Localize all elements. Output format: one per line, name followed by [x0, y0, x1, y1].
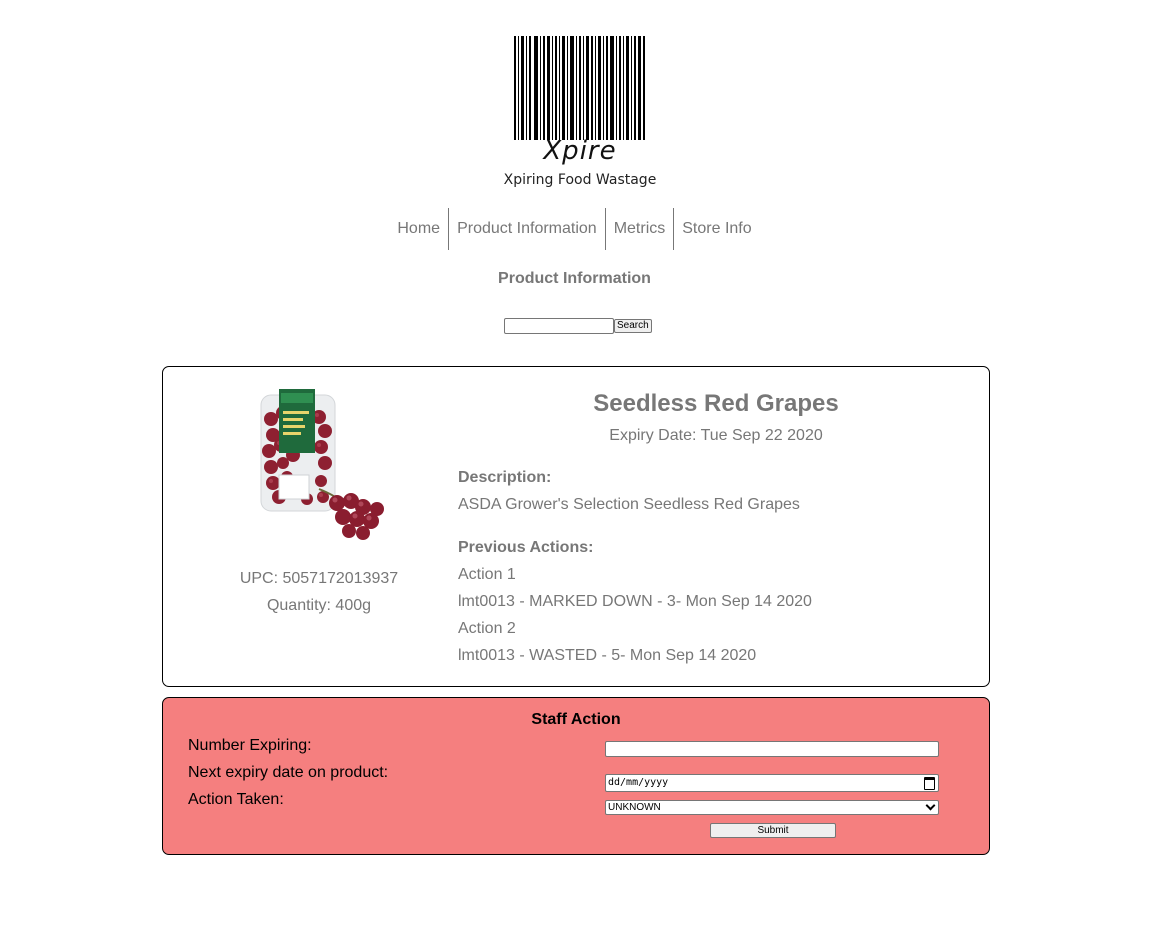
- staff-action-title: Staff Action: [531, 711, 621, 728]
- product-card: UPC: 5057172013937 Quantity: 400g Seedle…: [162, 366, 990, 687]
- nav-item-product-information[interactable]: Product Information: [448, 208, 605, 250]
- action-title: Action 1: [458, 566, 516, 583]
- action-taken-select[interactable]: UNKNOWN: [605, 800, 939, 815]
- search-bar: Search: [504, 318, 652, 334]
- action-detail: lmt0013 - WASTED - 5- Mon Sep 14 2020: [458, 647, 757, 664]
- date-placeholder: dd/mm/yyyy: [608, 777, 669, 788]
- logo-wordmark: Xpire: [543, 136, 617, 166]
- nav-item-metrics[interactable]: Metrics: [604, 208, 674, 250]
- submit-button[interactable]: Submit: [710, 823, 836, 838]
- logo-tagline: Xpiring Food Wastage: [503, 172, 657, 188]
- previous-actions-label: Previous Actions:: [458, 539, 594, 556]
- chevron-down-icon: [925, 800, 936, 811]
- number-expiring-label: Number Expiring:: [188, 737, 312, 754]
- product-id-info: UPC: 5057172013937 Quantity: 400g: [163, 565, 475, 619]
- staff-action-panel: Staff Action Number Expiring: Next expir…: [162, 697, 990, 855]
- action-detail: lmt0013 - MARKED DOWN - 3- Mon Sep 14 20…: [458, 593, 812, 610]
- xpire-logo: Xpire Xpiring Food Wastage: [500, 34, 660, 194]
- description-text: ASDA Grower's Selection Seedless Red Gra…: [458, 496, 800, 513]
- quantity-text: Quantity: 400g: [266, 597, 372, 614]
- search-button[interactable]: Search: [614, 319, 652, 333]
- barcode-icon: [514, 36, 645, 140]
- expiry-date: Expiry Date: Tue Sep 22 2020: [609, 427, 823, 444]
- description-label: Description:: [458, 469, 552, 486]
- product-image: [260, 389, 384, 540]
- page-title: Product Information: [498, 270, 651, 287]
- search-input[interactable]: [504, 318, 614, 334]
- nav-item-home[interactable]: Home: [389, 208, 448, 250]
- next-expiry-label: Next expiry date on product:: [188, 764, 389, 781]
- main-nav: Home Product Information Metrics Store I…: [0, 208, 1149, 250]
- number-expiring-input[interactable]: [605, 741, 939, 757]
- action-title: Action 2: [458, 620, 516, 637]
- next-expiry-date-input[interactable]: dd/mm/yyyy: [605, 774, 939, 792]
- action-taken-label: Action Taken:: [188, 791, 284, 808]
- product-name: Seedless Red Grapes: [593, 390, 839, 417]
- page: Xpire Xpiring Food Wastage Home Product …: [0, 0, 1149, 942]
- upc-text: UPC: 5057172013937: [239, 570, 399, 587]
- nav-item-store-info[interactable]: Store Info: [673, 208, 759, 250]
- calendar-icon[interactable]: [924, 777, 935, 790]
- action-taken-value: UNKNOWN: [608, 802, 661, 813]
